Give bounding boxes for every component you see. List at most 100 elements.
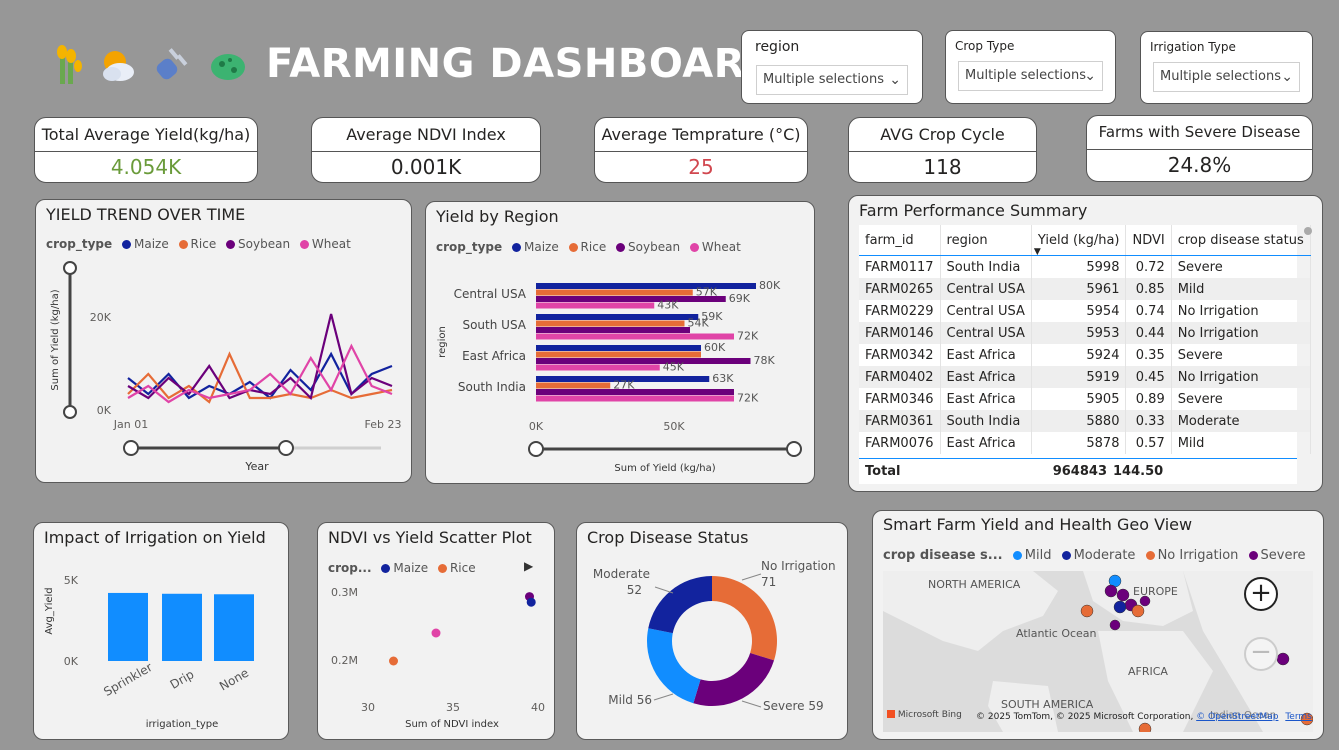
map-marker-no-irrigation — [1080, 604, 1094, 618]
irrigation-type-slicer[interactable]: Irrigation Type Multiple selections ⌄ — [1140, 31, 1313, 104]
legend-item: Moderate — [1073, 548, 1136, 563]
data-label: 63K — [712, 372, 734, 385]
table-cell: Mild — [1171, 278, 1311, 300]
bar-soybean — [536, 358, 751, 364]
table-row[interactable]: FARM0229 Central USA 5954 0.74 No Irrigation — [859, 300, 1311, 322]
table-cell: No Irrigation — [1171, 322, 1311, 344]
y-axis-label: Sum of Yield (kg/ha) — [50, 289, 61, 390]
table-cell: 0.85 — [1125, 278, 1172, 300]
table-scrollbar[interactable] — [1301, 225, 1315, 484]
table-cell: Moderate — [1171, 410, 1311, 432]
crop-type-dropdown[interactable]: Multiple selections ⌄ — [958, 61, 1103, 91]
table-cell: 5954 — [1031, 300, 1127, 322]
table-cell: FARM0076 — [859, 432, 941, 454]
slice-label: Severe 59 — [763, 699, 824, 713]
table-row[interactable]: FARM0146 Central USA 5953 0.44 No Irrigation — [859, 322, 1311, 344]
zoom-in-button[interactable]: + — [1244, 577, 1278, 611]
irrigation-type-dropdown[interactable]: Multiple selections ⌄ — [1153, 62, 1300, 92]
map-label-south-america: SOUTH AMERICA — [1001, 698, 1094, 711]
legend-swatch — [1248, 551, 1258, 560]
x-range-handle-start — [528, 441, 544, 457]
kpi-value: 25 — [688, 155, 714, 179]
crop-type-slicer[interactable]: Crop Type Multiple selections ⌄ — [945, 30, 1116, 104]
farm-table-card[interactable]: Farm Performance Summary farm_id region … — [848, 195, 1323, 492]
table-row[interactable]: FARM0402 East Africa 5919 0.45 No Irrigation — [859, 366, 1311, 388]
bar-soybean — [536, 327, 690, 333]
table-cell: FARM0146 — [859, 322, 941, 344]
map-marker-severe — [1116, 588, 1130, 602]
table-cell: Central USA — [940, 300, 1032, 322]
kpi-avg-crop-cycle: AVG Crop Cycle 118 — [848, 117, 1037, 183]
legend-swatch — [1012, 551, 1022, 560]
yield-region-chart[interactable]: region 0K 50K Sum of Yield (kg/ha) Centr… — [426, 202, 816, 485]
table-cell: South India — [940, 255, 1032, 278]
series-line-soybean — [127, 313, 393, 401]
region-dropdown[interactable]: Multiple selections ⌄ — [756, 65, 908, 95]
map-area[interactable]: NORTH AMERICA EUROPE Atlantic Ocean AFRI… — [883, 571, 1313, 732]
map-marker-moderate — [1113, 600, 1127, 614]
table-cell: FARM0342 — [859, 344, 941, 366]
y-tick-label: 0K — [97, 404, 112, 417]
bar-soybean — [536, 389, 734, 395]
slice-value: 71 — [761, 575, 776, 589]
scrollbar-up-arrow[interactable] — [1304, 227, 1312, 235]
x-range-handle-end — [786, 441, 802, 457]
chart-title: Smart Farm Yield and Health Geo View — [883, 515, 1193, 534]
bing-brand: Microsoft Bing — [897, 710, 962, 720]
leader-line — [741, 573, 762, 581]
y-range-handle-top — [63, 261, 77, 275]
column-header[interactable]: region — [940, 225, 1032, 256]
column-header[interactable]: Yield (kg/ha) ▼ — [1031, 225, 1127, 257]
kpi-total-average-yield: Total Average Yield(kg/ha) 4.054K — [34, 117, 258, 183]
y-axis-label: Avg_Yield — [44, 587, 55, 634]
donut-slice-mild — [647, 628, 701, 704]
slice-label: Mild 56 — [608, 693, 652, 707]
ndvi-scatter-chart[interactable]: 0.3M 0.2M 30 35 40 Sum of NDVI index — [318, 523, 556, 741]
table-row[interactable]: FARM0346 East Africa 5905 0.89 Severe — [859, 388, 1311, 410]
terms-link[interactable]: Terms — [1285, 712, 1312, 722]
scatter-point-wheat — [431, 628, 441, 638]
column-header[interactable]: crop disease status — [1171, 225, 1311, 256]
x-tick-label: 50K — [663, 420, 685, 433]
disease-donut-chart[interactable]: No Irrigation 71 Severe 59 Mild 56 Moderate 5… — [577, 523, 849, 741]
y-tick-label: 0.3M — [331, 586, 358, 599]
legend-item: Mild — [1024, 548, 1052, 563]
data-label: 45K — [663, 361, 685, 374]
bar-wheat — [536, 364, 660, 371]
column-header[interactable]: farm_id — [859, 225, 941, 256]
table-cell: No Irrigation — [1171, 300, 1311, 322]
map-marker-severe — [1276, 652, 1290, 666]
crop-type-dropdown-value: Multiple selections — [965, 68, 1086, 83]
legend-item: Severe — [1260, 548, 1306, 563]
table-row[interactable]: FARM0076 East Africa 5878 0.57 Mild — [859, 432, 1311, 454]
table-row[interactable]: FARM0342 East Africa 5924 0.35 Severe — [859, 344, 1311, 366]
data-label: 60K — [704, 341, 726, 354]
kpi-severe-disease: Farms with Severe Disease 24.8% — [1086, 115, 1313, 182]
yield-trend-card[interactable]: YIELD TREND OVER TIME crop_type Maize Ri… — [35, 199, 412, 483]
scatter-card[interactable]: NDVI vs Yield Scatter Plot crop... Maize… — [317, 522, 555, 740]
table-cell: 5924 — [1031, 344, 1127, 366]
column-header[interactable]: NDVI — [1125, 225, 1172, 256]
leader-line — [741, 700, 762, 708]
table-cell: East Africa — [940, 432, 1032, 454]
legend-item: No Irrigation — [1157, 548, 1239, 563]
table-row[interactable]: FARM0265 Central USA 5961 0.85 Mild — [859, 278, 1311, 300]
table-row[interactable]: FARM0361 South India 5880 0.33 Moderate — [859, 410, 1311, 432]
y-axis-label: region — [437, 326, 448, 358]
disease-card[interactable]: Crop Disease Status No Irrigation 71 Sever… — [576, 522, 848, 740]
kpi-value: 0.001K — [390, 155, 462, 179]
irrigation-card[interactable]: Impact of Irrigation on Yield Avg_Yield … — [33, 522, 289, 740]
table-cell: Severe — [1171, 255, 1311, 278]
table-cell: Severe — [1171, 388, 1311, 410]
table-row[interactable]: FARM0117 South India 5998 0.72 Severe — [859, 255, 1311, 278]
osm-link[interactable]: © OpenStreetMap — [1196, 712, 1278, 722]
bar-drip — [162, 593, 202, 661]
yield-trend-chart[interactable]: Sum of Yield (kg/ha) 20K 0K Jan 01 Feb 2… — [36, 200, 413, 484]
irrigation-bar-chart[interactable]: Avg_Yield 5K 0K irrigation_type Sprinkle… — [34, 523, 290, 741]
region-slicer[interactable]: region Multiple selections ⌄ — [741, 30, 923, 104]
yield-region-card[interactable]: Yield by Region crop_type Maize Rice Soy… — [425, 201, 815, 484]
zoom-out-button[interactable]: − — [1244, 637, 1278, 671]
geo-card[interactable]: Smart Farm Yield and Health Geo View cro… — [872, 510, 1324, 740]
total-label: Total — [865, 464, 901, 479]
legend-title: crop disease s... — [883, 548, 1003, 563]
